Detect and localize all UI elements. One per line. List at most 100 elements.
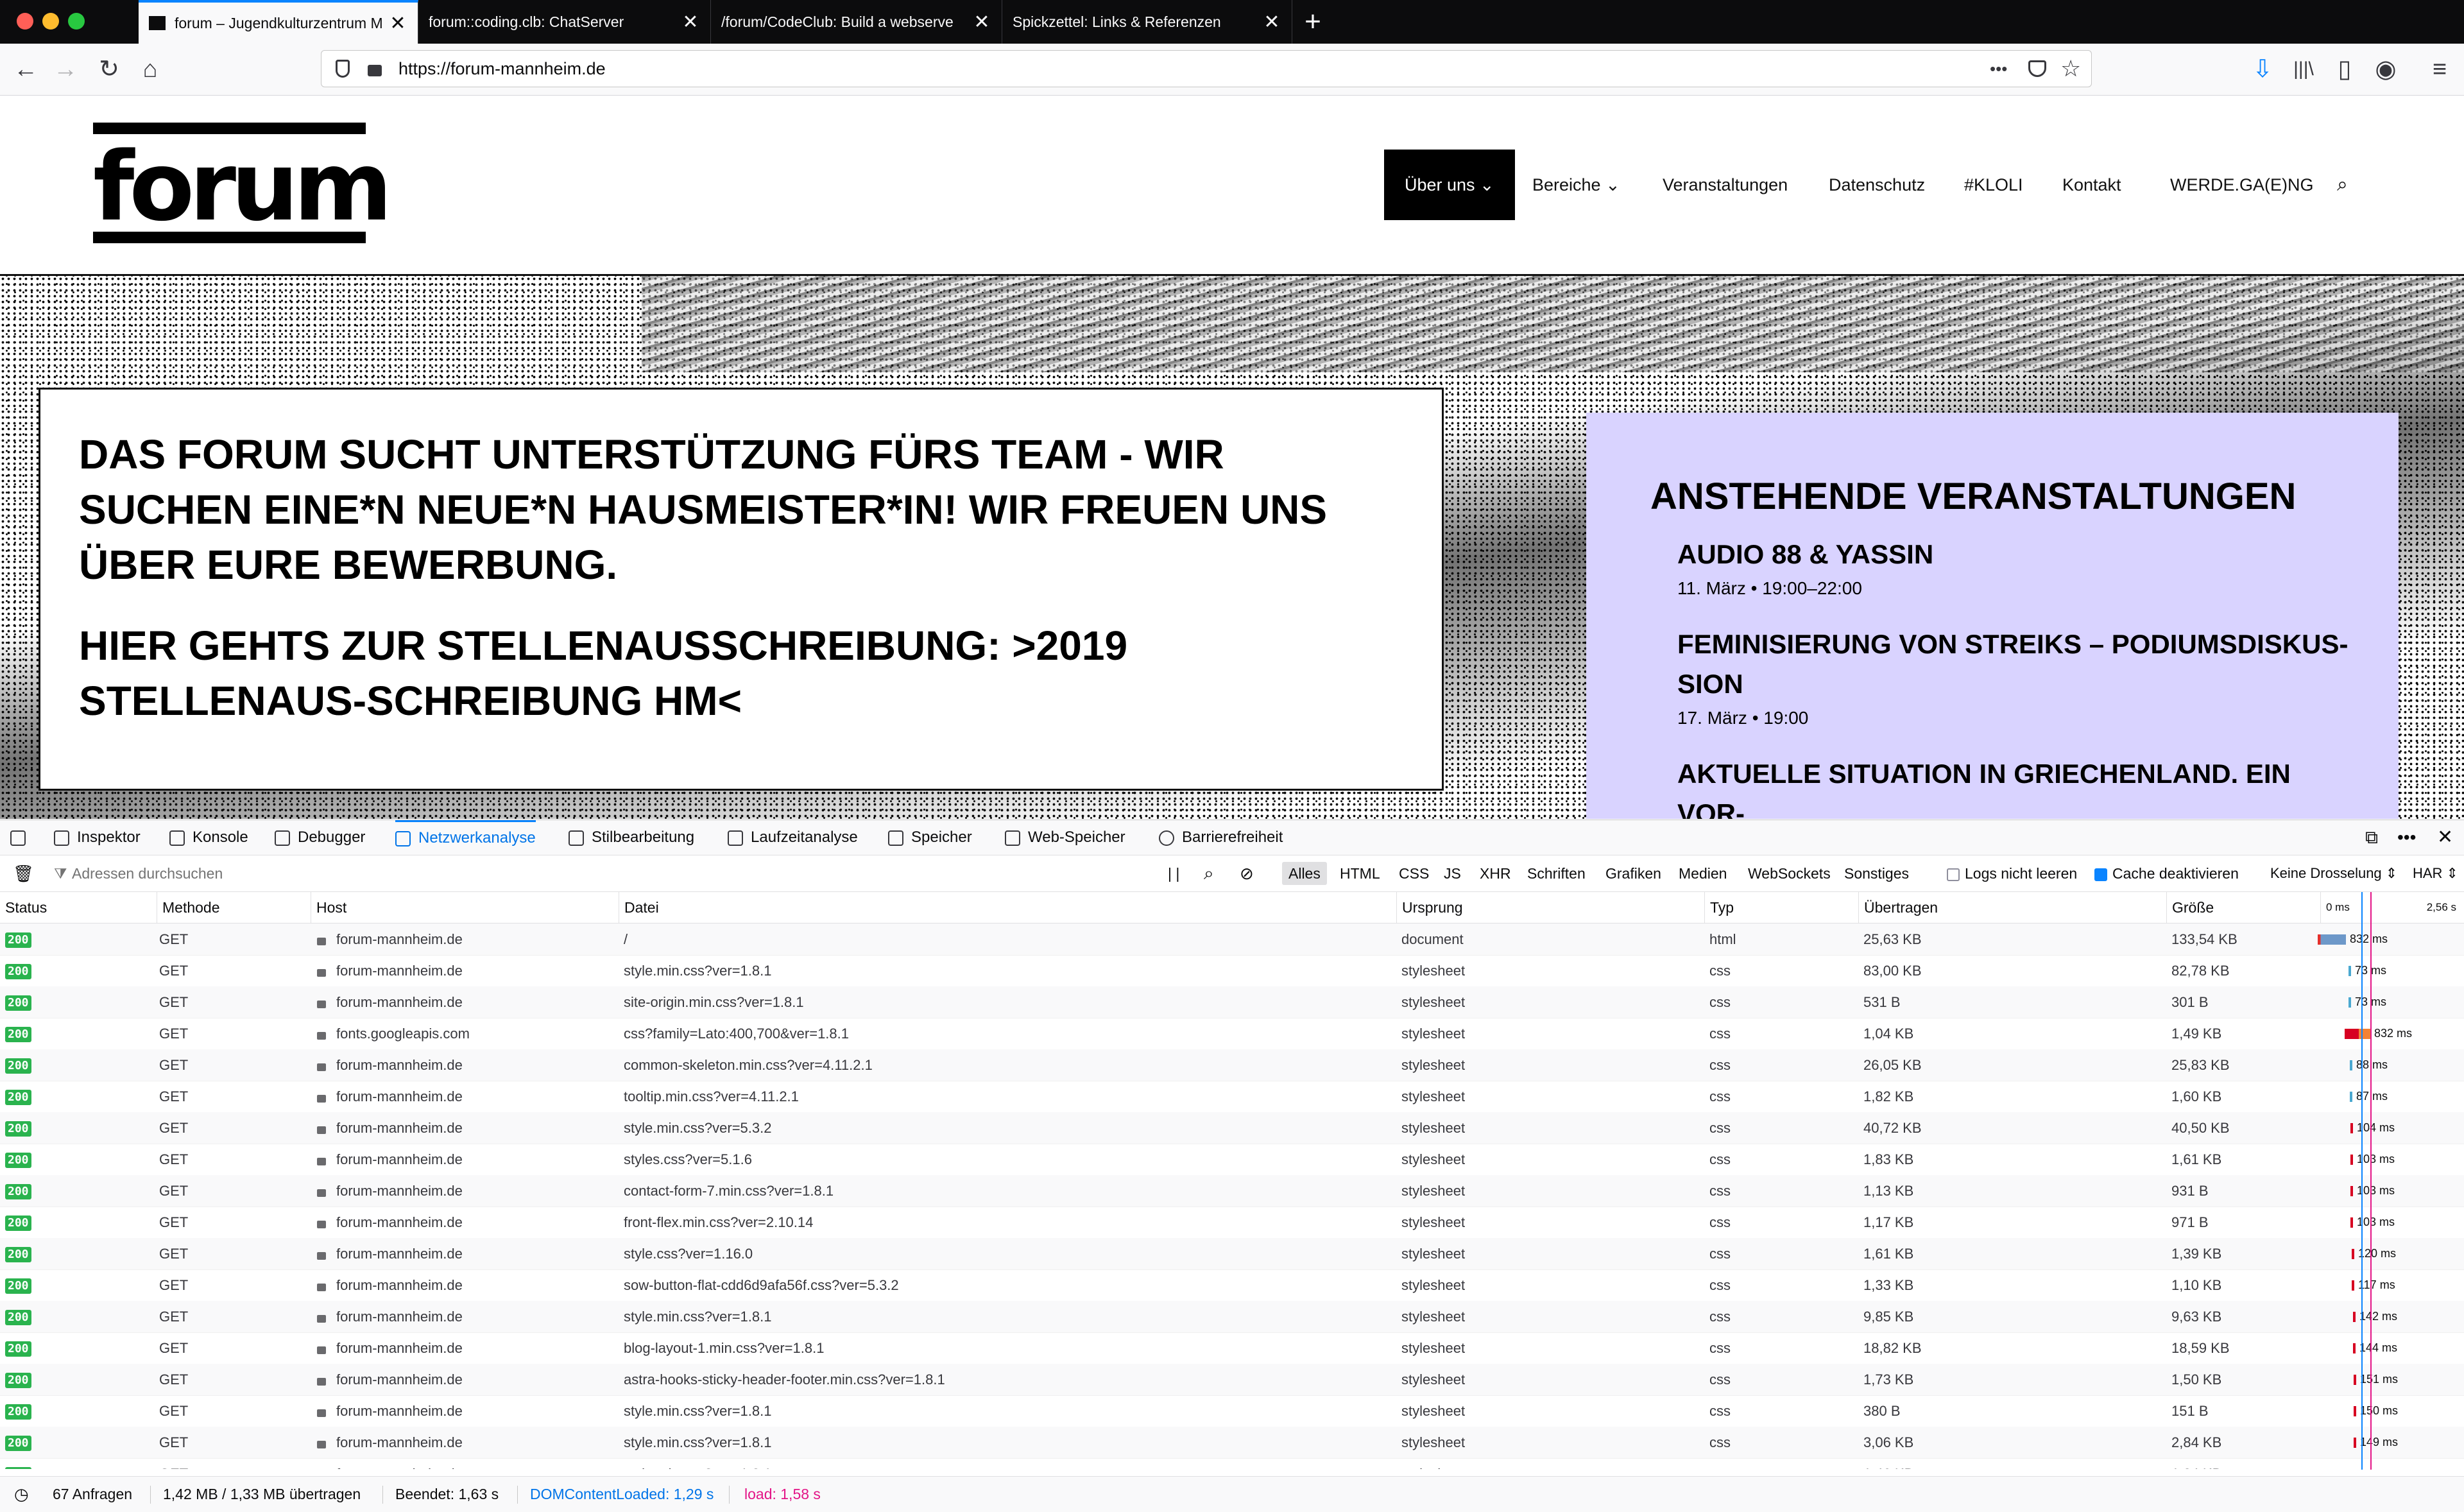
tab-barrierefreiheit[interactable]: Barrierefreiheit	[1159, 820, 1283, 855]
reload-icon[interactable]: ↻	[92, 53, 126, 86]
table-row[interactable]: 200 GET forum-mannheim.de astra-hooks-stick…	[0, 1364, 2464, 1396]
timer-icon[interactable]: ◷	[14, 1477, 29, 1512]
filter-alles[interactable]: Alles	[1282, 862, 1327, 885]
table-row[interactable]: 200 GET forum-mannheim.de sow-button-flat-c…	[0, 1269, 2464, 1302]
url-bar[interactable]: https://forum-mannheim.de ••• ☆	[321, 50, 2092, 87]
disable-cache-checkbox[interactable]: Cache deaktivieren	[2094, 855, 2239, 891]
table-row[interactable]: 200 GET forum-mannheim.de style.min.css?ver…	[0, 1395, 2464, 1427]
table-row[interactable]: 200 GET forum-mannheim.de front-flex.min.cs…	[0, 1207, 2464, 1239]
table-row[interactable]: 200 GET forum-mannheim.de tooltip.min.css?v…	[0, 1081, 2464, 1113]
forward-icon[interactable]: →	[49, 53, 82, 86]
menu-item-datenschutz[interactable]: Datenschutz	[1829, 150, 1925, 220]
dock-icon[interactable]: ⧉	[2365, 820, 2378, 855]
tab-netzwerkanalyse[interactable]: Netzwerkanalyse	[395, 820, 536, 855]
column-status[interactable]: Status	[0, 892, 157, 923]
table-row[interactable]: 200 GET forum-mannheim.de style.min.css?ver…	[0, 1112, 2464, 1144]
close-tab-icon[interactable]: ✕	[1262, 11, 1281, 33]
tab-spickzettel[interactable]: Spickzettel: Links & Referenzen ✕	[1002, 0, 1292, 44]
close-tab-icon[interactable]: ✕	[681, 11, 700, 33]
table-row[interactable]: 200 GET forum-mannheim.de common-skeleton.m…	[0, 1049, 2464, 1081]
column-ursprung[interactable]: Ursprung	[1396, 892, 1708, 923]
column-host[interactable]: Host	[311, 892, 621, 923]
filter-sonstiges[interactable]: Sonstiges	[1844, 855, 1909, 891]
table-row[interactable]: 200 GET fonts.googleapis.com css?family=Lat…	[0, 1018, 2464, 1050]
back-icon[interactable]: ←	[9, 53, 42, 86]
menu-item-veranstaltungen[interactable]: Veranstaltungen	[1663, 150, 1788, 220]
close-icon[interactable]: ✕	[2437, 820, 2453, 855]
table-row[interactable]: 200 GET forum-mannheim.de contact-form-7.mi…	[0, 1175, 2464, 1207]
tab-stilbearbeitung[interactable]: Stilbearbeitung	[569, 820, 694, 855]
trash-icon[interactable]: 🗑	[13, 855, 34, 891]
event-title[interactable]: AUDIO 88 & YASSIN	[1677, 535, 2354, 574]
table-row[interactable]: 200 GET forum-mannheim.de style.min.css?ver…	[0, 955, 2464, 987]
filter-css[interactable]: CSS	[1399, 855, 1429, 891]
pause-button[interactable]: | |	[1168, 855, 1179, 891]
column-methode[interactable]: Methode	[157, 892, 313, 923]
table-row[interactable]: 200 GET forum-mannheim.de style.css?ver=1.1…	[0, 1238, 2464, 1270]
tab-speicher[interactable]: Speicher	[888, 820, 972, 855]
filter-js[interactable]: JS	[1444, 855, 1461, 891]
table-row[interactable]: 200 GET forum-mannheim.de blog-layout-1.min…	[0, 1332, 2464, 1364]
url-filter-input[interactable]: Adressen durchsuchen	[72, 855, 223, 891]
table-row[interactable]: 200 GET forum-mannheim.de / document html 25,6…	[0, 924, 2464, 956]
new-tab-button[interactable]: +	[1294, 3, 1332, 41]
filter-grafiken[interactable]: Grafiken	[1605, 855, 1661, 891]
column-uebertragen[interactable]: Übertragen	[1858, 892, 2170, 923]
filter-html[interactable]: HTML	[1340, 855, 1380, 891]
har-menu[interactable]: HAR ⇕	[2413, 855, 2458, 891]
menu-icon[interactable]: ≡	[2423, 53, 2456, 86]
table-row[interactable]: 200 GET forum-mannheim.de style.min.css?ver…	[0, 1427, 2464, 1459]
home-icon[interactable]: ⌂	[133, 53, 167, 86]
tab-chatserver[interactable]: forum::coding.clb: ChatServer ✕	[418, 0, 711, 44]
tab-codeclub[interactable]: /forum/CodeClub: Build a webserve ✕	[711, 0, 1002, 44]
menu-item-kloli[interactable]: #KLOLI	[1964, 150, 2023, 220]
throttling-select[interactable]: Keine Drosselung ⇕	[2270, 855, 2397, 891]
tab-web-speicher[interactable]: Web-Speicher	[1005, 820, 1125, 855]
search-icon[interactable]: ⌕	[2337, 150, 2348, 220]
lock-icon[interactable]	[368, 65, 382, 76]
menu-item-werde-gaeng[interactable]: WERDE.GA(E)NG	[2170, 150, 2314, 220]
shield-icon[interactable]	[336, 60, 350, 78]
tab-konsole[interactable]: Konsole	[169, 820, 248, 855]
library-icon[interactable]: |||\	[2287, 53, 2320, 86]
tab-forum[interactable]: forum – Jugendkulturzentrum M ✕	[139, 0, 418, 44]
table-row[interactable]: 200 GET forum-mannheim.de site-origin.min.c…	[0, 986, 2464, 1018]
menu-item-kontakt[interactable]: Kontakt	[2062, 150, 2121, 220]
column-groesse[interactable]: Größe	[2166, 892, 2323, 923]
element-picker-icon[interactable]	[10, 820, 33, 855]
event-title[interactable]: AKTUELLE SITUATION IN GRIECHENLAND. EIN …	[1677, 754, 2354, 819]
devtools-options-icon[interactable]: •••	[2397, 820, 2416, 855]
event-title[interactable]: FEMINISIERUNG VON STREIKS – PODIUMSDISKU…	[1677, 624, 2354, 704]
forum-logo[interactable]: forum	[93, 123, 393, 243]
account-icon[interactable]: ◉	[2369, 53, 2402, 86]
star-icon[interactable]: ☆	[2060, 53, 2081, 84]
table-row[interactable]: 200 GET forum-mannheim.de style.min.css?ver…	[0, 1301, 2464, 1333]
tab-debugger[interactable]: Debugger	[275, 820, 365, 855]
filter-schriften[interactable]: Schriften	[1527, 855, 1586, 891]
menu-item-bereiche[interactable]: Bereiche ⌄	[1532, 150, 1620, 220]
column-waterfall[interactable]: 0 ms 2,56 s	[2320, 892, 2464, 923]
tab-inspektor[interactable]: Inspektor	[54, 820, 141, 855]
close-tab-icon[interactable]: ✕	[972, 11, 991, 33]
close-tab-icon[interactable]: ✕	[388, 12, 407, 35]
url-text[interactable]: https://forum-mannheim.de	[398, 51, 606, 87]
column-typ[interactable]: Typ	[1704, 892, 1861, 923]
table-row[interactable]: 200 GET forum-mannheim.de style.min.css?ver…	[0, 1458, 2464, 1469]
table-row[interactable]: 200 GET forum-mannheim.de styles.css?ver=5.…	[0, 1144, 2464, 1176]
filter-medien[interactable]: Medien	[1679, 855, 1727, 891]
minimize-window-button[interactable]	[42, 13, 59, 30]
job-link[interactable]: HIER GEHTS ZUR STELLENAUSSCHREIBUNG: >20…	[79, 618, 1403, 728]
column-datei[interactable]: Datei	[619, 892, 1398, 923]
download-icon[interactable]: ⇩	[2246, 53, 2279, 86]
persist-logs-checkbox[interactable]: Logs nicht leeren	[1947, 855, 2077, 891]
filter-xhr[interactable]: XHR	[1480, 855, 1511, 891]
page-actions-button[interactable]: •••	[1990, 51, 2007, 87]
menu-item-ueber-uns[interactable]: Über uns ⌄	[1384, 150, 1515, 220]
zoom-window-button[interactable]	[68, 13, 85, 30]
tab-laufzeitanalyse[interactable]: Laufzeitanalyse	[728, 820, 858, 855]
search-icon[interactable]: ⌕	[1204, 855, 1214, 891]
filter-websockets[interactable]: WebSockets	[1748, 855, 1831, 891]
close-window-button[interactable]	[17, 13, 33, 30]
pocket-icon[interactable]	[2028, 60, 2046, 77]
block-icon[interactable]: ⊘	[1240, 855, 1254, 891]
